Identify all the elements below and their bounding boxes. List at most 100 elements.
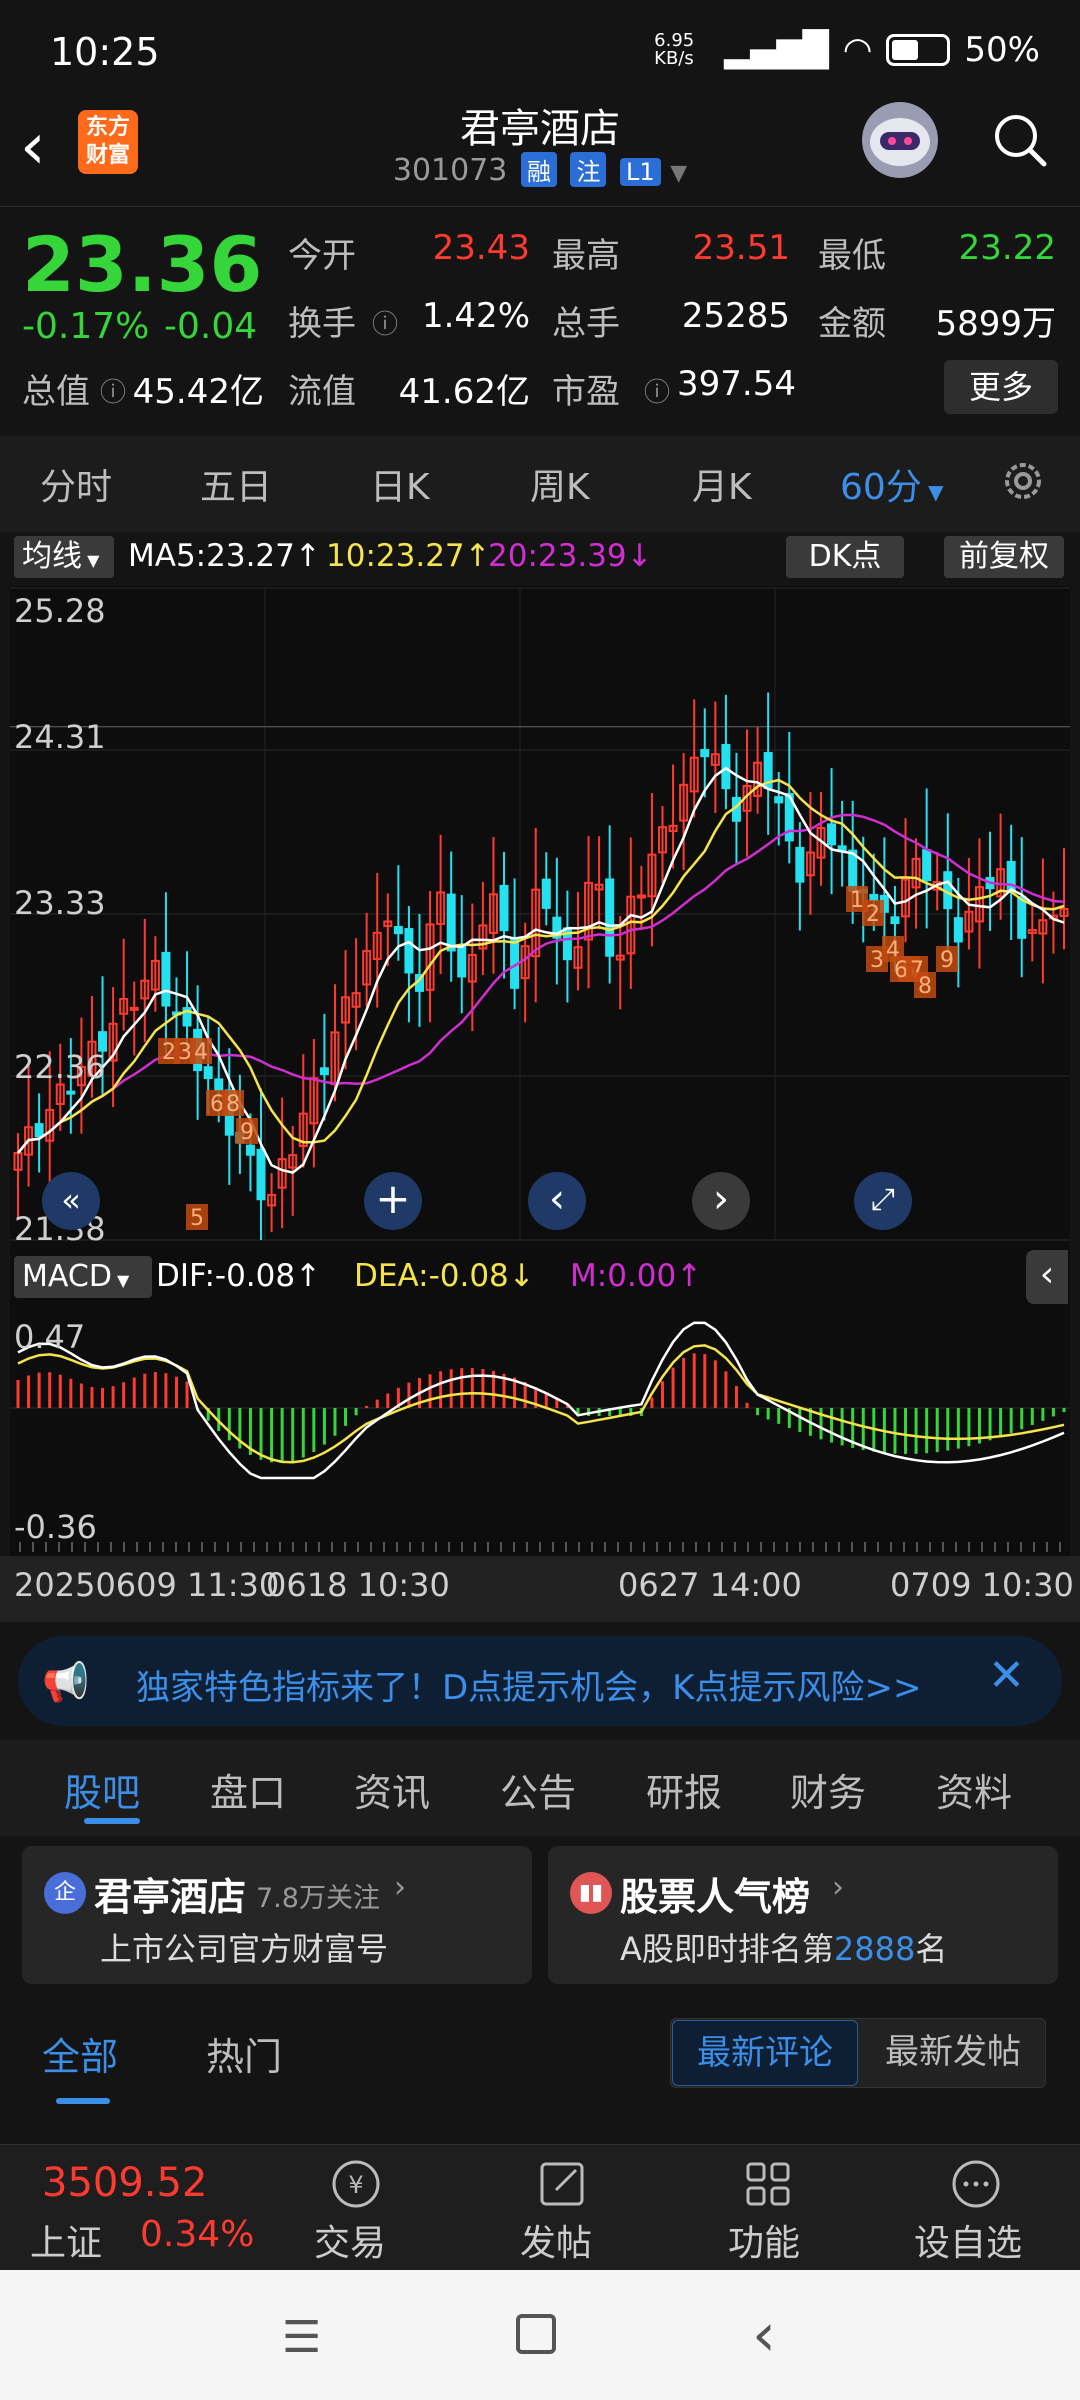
open-label: 今开 (288, 236, 356, 276)
macd-m-value: M:0.00↑ (570, 1258, 703, 1294)
robot-assistant-icon[interactable] (862, 102, 938, 178)
time-axis-label: 0618 10:30 (266, 1566, 450, 1604)
svg-text:¥: ¥ (348, 2171, 363, 2199)
time-axis-label: 20250609 11:30 (14, 1566, 280, 1604)
candle-body (953, 917, 963, 943)
float-label: 流值 (288, 372, 356, 412)
tab-intraday[interactable]: 分时 (40, 458, 112, 510)
chevron-down-icon[interactable]: ▼ (670, 161, 687, 186)
tab-five-day[interactable]: 五日 (200, 458, 272, 510)
volume-label: 总手 (552, 304, 620, 344)
dif-value: DIF:-0.08↑ (156, 1258, 322, 1294)
more-button[interactable]: 更多 (944, 360, 1058, 414)
rank-chart-icon: ▮▮ (570, 1872, 612, 1914)
info-icon[interactable]: ⓘ (644, 372, 670, 409)
pe-value: 397.54 (677, 364, 796, 404)
tab-all[interactable]: 全部 (42, 2026, 118, 2081)
tab-monthly-k[interactable]: 月K (692, 458, 752, 510)
tab-60min-label: 60分 (840, 467, 922, 508)
tab-hot[interactable]: 热门 (206, 2026, 282, 2081)
candle-body (890, 916, 900, 925)
stock-code: 301073 (392, 153, 508, 188)
collapse-icon[interactable]: ‹ (1026, 1250, 1068, 1304)
candle-body (129, 1006, 139, 1011)
candle-body (34, 1123, 44, 1138)
functions-icon[interactable] (738, 2154, 798, 2214)
tab-news[interactable]: 资讯 (354, 1762, 430, 1817)
dk-signal-label: 4 (194, 1040, 208, 1065)
low-label: 最低 (818, 236, 886, 276)
chart-background (10, 586, 1070, 1622)
tab-research[interactable]: 研报 (646, 1762, 722, 1817)
tab-profile[interactable]: 资料 (936, 1762, 1012, 1817)
price-change: -0.04 (164, 306, 258, 347)
home-icon[interactable] (516, 2314, 556, 2354)
battery-icon (886, 34, 951, 66)
close-icon[interactable]: ✕ (988, 1650, 1025, 1701)
candle-body (457, 945, 467, 978)
index-value[interactable]: 3509.52 (42, 2160, 207, 2206)
signal-icon: ▂▄▆█ (724, 30, 829, 70)
zoom-in-icon[interactable]: + (364, 1172, 422, 1230)
fast-back-icon[interactable]: « (42, 1172, 100, 1230)
tab-60min[interactable]: 60分 ▼ (840, 458, 944, 510)
chevron-right-icon: › (832, 1870, 844, 1905)
add-watchlist-icon[interactable] (946, 2154, 1006, 2214)
candle-body (605, 878, 615, 957)
tag-level: L1 (620, 158, 661, 186)
tab-daily-k[interactable]: 日K (370, 458, 430, 510)
company-badge-icon: 企 (44, 1872, 86, 1914)
macd-axis-label: -0.36 (14, 1508, 97, 1546)
company-card-subtitle: 上市公司官方财富号 (100, 1930, 389, 1968)
fullscreen-icon[interactable]: ⤢ (854, 1172, 912, 1230)
candle-body (1017, 896, 1027, 939)
amount-value: 5899万 (935, 304, 1056, 344)
rank-card-title: 股票人气榜 (620, 1875, 811, 1919)
functions-label[interactable]: 功能 (728, 2214, 800, 2266)
candle-body (827, 823, 837, 846)
status-indicators: 6.95 KB/s ▂▄▆█ ◠ 50% (654, 30, 1040, 70)
dk-signal-label: 9 (940, 948, 954, 973)
kline-chart-svg: 2346895123456789 (10, 586, 1070, 1622)
chevron-right-icon[interactable]: › (692, 1172, 750, 1230)
candle-body (161, 951, 171, 1007)
tab-announcement[interactable]: 公告 (500, 1762, 576, 1817)
time-axis-label: 0627 14:00 (618, 1566, 802, 1604)
trade-icon[interactable]: ¥ (326, 2154, 386, 2214)
search-icon[interactable] (990, 110, 1050, 170)
candle-body (66, 1090, 76, 1095)
wifi-icon: ◠ (842, 30, 873, 70)
open-value: 23.43 (432, 228, 530, 268)
dk-signal-label: 3 (870, 948, 884, 973)
company-card-title: 君亭酒店 (94, 1875, 247, 1919)
trade-label[interactable]: 交易 (314, 2214, 386, 2266)
macd-select-label: MACD (22, 1259, 112, 1294)
megaphone-icon: 📢 (42, 1660, 90, 1704)
latest-comment-button[interactable]: 最新评论 (672, 2020, 858, 2086)
rank-card-subtitle: A股即时排名第2888名 (620, 1924, 947, 1970)
tab-finance[interactable]: 财务 (790, 1762, 866, 1817)
menu-icon[interactable]: ☰ (282, 2312, 321, 2363)
info-icon[interactable]: ⓘ (372, 304, 398, 341)
tab-weekly-k[interactable]: 周K (530, 458, 590, 510)
candle-body (795, 846, 805, 883)
mktcap-value: 45.42亿 (132, 372, 264, 412)
nav-back-icon[interactable]: ‹ (752, 2300, 776, 2370)
post-label[interactable]: 发帖 (520, 2214, 592, 2266)
dk-signal-label: 9 (240, 1120, 254, 1145)
macd-select[interactable]: MACD ▼ (14, 1256, 152, 1298)
promo-text[interactable]: 独家特色指标来了！D点提示机会，K点提示风险>> (136, 1660, 921, 1709)
post-icon[interactable] (532, 2154, 592, 2214)
gear-icon[interactable] (998, 456, 1048, 506)
rank-suffix: 名 (915, 1930, 948, 1968)
tab-pankou[interactable]: 盘口 (210, 1762, 286, 1817)
dk-signal-label: 2 (866, 902, 880, 927)
latest-post-button[interactable]: 最新发帖 (862, 2020, 1044, 2086)
chevron-left-icon[interactable]: ‹ (528, 1172, 586, 1230)
tab-guba[interactable]: 股吧 (64, 1762, 140, 1817)
info-icon[interactable]: ⓘ (100, 372, 126, 409)
kline-chart[interactable]: 2346895123456789 (10, 532, 1070, 1622)
candle-body (319, 1067, 329, 1076)
add-watchlist-label[interactable]: 设自选 (914, 2214, 1022, 2266)
high-value: 23.51 (692, 228, 790, 268)
